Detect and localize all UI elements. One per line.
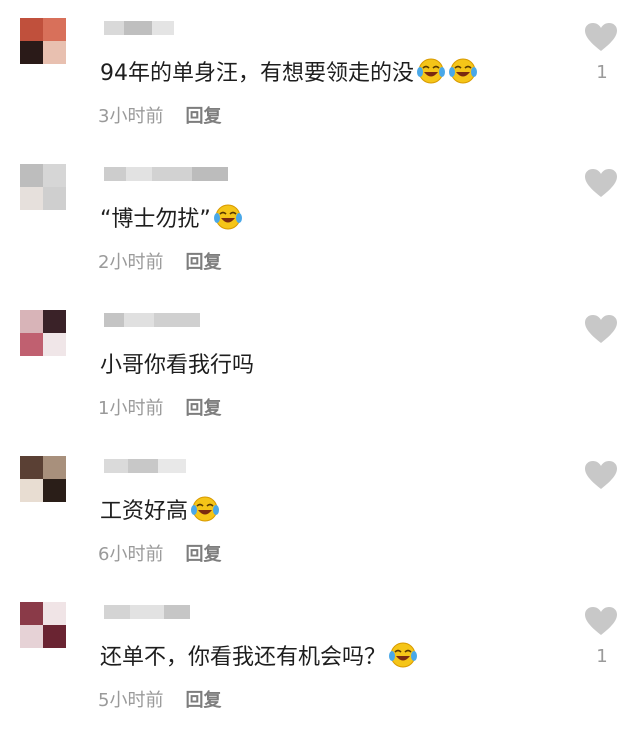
comment-text: 小哥你看我行吗 [100,347,254,379]
comment-text-content: 94年的单身汪，有想要领走的没 [100,61,414,86]
comment-time: 6小时前 [98,544,164,565]
laughing-crying-emoji-icon [448,57,478,85]
avatar[interactable] [20,602,66,648]
heart-icon[interactable] [584,606,618,636]
comment-text-content: 小哥你看我行吗 [100,353,255,378]
reply-button[interactable]: 回复 [185,686,221,712]
comment-meta: 6小时前 回复 [98,540,221,566]
comment-meta: 5小时前 回复 [98,686,221,712]
comment-text: “博士勿扰” [100,201,243,233]
username-blurred[interactable] [104,454,186,478]
reply-button[interactable]: 回复 [185,248,221,274]
username-blurred[interactable] [104,162,228,186]
like-count: 1 [596,646,608,667]
laughing-crying-emoji-icon [190,495,220,523]
comment-meta: 1小时前 回复 [98,394,221,420]
comment-item: 小哥你看我行吗 1小时前 回复 [0,292,640,438]
comment-item: 94年的单身汪，有想要领走的没 3小时前 回复 1 [0,0,640,146]
comment-time: 1小时前 [98,398,164,419]
avatar[interactable] [20,18,66,64]
reply-button[interactable]: 回复 [185,540,221,566]
comment-time: 3小时前 [98,106,164,127]
comment-item: 还单不，你看我还有机会吗？ 5小时前 回复 1 [0,584,640,730]
laughing-crying-emoji-icon [213,203,243,231]
comment-item: “博士勿扰” 2小时前 回复 [0,146,640,292]
comment-text: 工资好高 [100,493,220,525]
avatar[interactable] [20,310,66,356]
username-blurred[interactable] [104,16,174,40]
comment-meta: 3小时前 回复 [98,102,221,128]
comment-time: 5小时前 [98,690,164,711]
comment-text: 94年的单身汪，有想要领走的没 [100,55,478,87]
comment-text-content: “博士勿扰” [100,207,211,232]
reply-button[interactable]: 回复 [185,394,221,420]
laughing-crying-emoji-icon [388,641,418,669]
username-blurred[interactable] [104,308,200,332]
laughing-crying-emoji-icon [416,57,446,85]
reply-button[interactable]: 回复 [185,102,221,128]
avatar[interactable] [20,456,66,502]
comment-text: 还单不，你看我还有机会吗？ [100,639,418,671]
comment-text-content: 工资好高 [100,499,189,524]
heart-icon[interactable] [584,22,618,52]
comment-text-content: 还单不，你看我还有机会吗？ [100,645,387,670]
heart-icon[interactable] [584,460,618,490]
comment-item: 工资好高 6小时前 回复 [0,438,640,584]
comment-time: 2小时前 [98,252,164,273]
heart-icon[interactable] [584,168,618,198]
heart-icon[interactable] [584,314,618,344]
username-blurred[interactable] [104,600,190,624]
like-count: 1 [596,62,608,83]
comment-meta: 2小时前 回复 [98,248,221,274]
avatar[interactable] [20,164,66,210]
